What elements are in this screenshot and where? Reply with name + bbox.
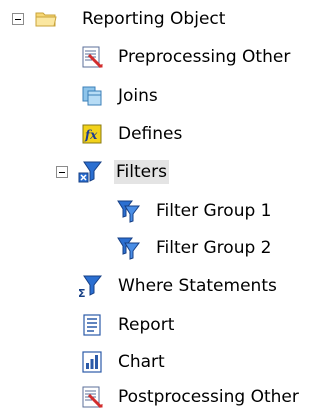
tree-node-label: Filters	[114, 160, 169, 184]
tree-node-label: Filter Group 1	[156, 201, 272, 221]
chart-icon	[80, 350, 104, 374]
defines-fx-icon: fx	[80, 122, 104, 146]
preprocessing-icon	[80, 45, 104, 69]
tree-node-chart[interactable]: Chart	[0, 345, 325, 379]
svg-text:fx: fx	[84, 128, 98, 142]
tree-node-label: Preprocessing Other	[118, 47, 291, 67]
tree-node-label: Joins	[118, 86, 158, 106]
tree-node-report[interactable]: Report	[0, 308, 325, 342]
tree-node-label: Defines	[118, 124, 183, 144]
report-icon	[80, 313, 104, 337]
joins-icon	[80, 84, 104, 108]
tree-node-label: Chart	[118, 352, 165, 372]
filter-group-icon	[116, 236, 140, 260]
collapse-toggle-icon[interactable]	[56, 166, 68, 178]
where-statements-icon: Σ	[78, 274, 102, 298]
tree-node-postprocessing-other[interactable]: Postprocessing Other	[0, 380, 325, 414]
tree-node-filter-group-2[interactable]: Filter Group 2	[0, 231, 325, 265]
tree-node-label: Report	[118, 315, 175, 335]
tree-node-filters[interactable]: Filters	[0, 155, 325, 189]
tree-node-label: Where Statements	[118, 276, 277, 296]
filter-icon	[78, 159, 102, 183]
svg-text:Σ: Σ	[78, 287, 86, 298]
tree-node-reporting-object[interactable]: Reporting Object	[0, 2, 325, 36]
collapse-toggle-icon[interactable]	[12, 13, 24, 25]
tree-node-filter-group-1[interactable]: Filter Group 1	[0, 194, 325, 228]
tree-node-label: Reporting Object	[82, 9, 226, 29]
folder-icon	[34, 7, 58, 31]
tree-view: Reporting Object Preprocessing Other Joi…	[0, 0, 325, 414]
postprocessing-icon	[80, 385, 104, 409]
filter-group-icon	[116, 199, 140, 223]
tree-node-where-statements[interactable]: Σ Where Statements	[0, 269, 325, 303]
tree-node-label: Filter Group 2	[156, 238, 272, 258]
tree-node-joins[interactable]: Joins	[0, 79, 325, 113]
tree-node-defines[interactable]: fx Defines	[0, 117, 325, 151]
tree-node-label: Postprocessing Other	[118, 387, 299, 407]
tree-node-preprocessing-other[interactable]: Preprocessing Other	[0, 40, 325, 74]
